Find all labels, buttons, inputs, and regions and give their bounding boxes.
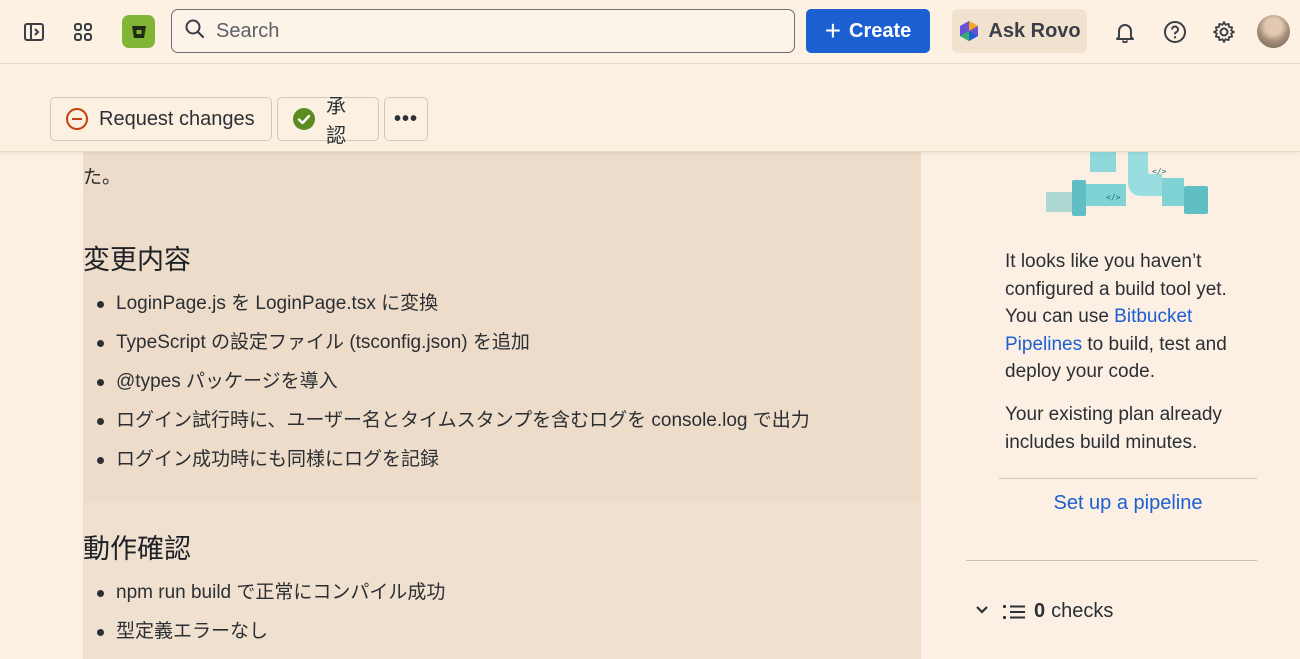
description-trailing-text: た。 — [83, 167, 122, 188]
top-navigation: + Create Ask Rovo — [0, 0, 1300, 64]
list-item: LoginPage.js を LoginPage.tsx に変換 — [83, 291, 810, 330]
create-button-label: Create — [849, 19, 912, 42]
list-item: @types パッケージを導入 — [83, 369, 810, 408]
more-actions-button[interactable]: ••• — [384, 97, 428, 141]
request-changes-label: Request changes — [99, 107, 255, 130]
help-icon[interactable] — [1157, 14, 1193, 50]
pipeline-illustration: </> </> — [1042, 152, 1212, 218]
notifications-bell-icon[interactable] — [1107, 14, 1143, 50]
search-input-container[interactable] — [171, 9, 795, 53]
divider — [966, 560, 1257, 561]
request-changes-button[interactable]: Request changes — [50, 97, 272, 141]
set-up-pipeline-link[interactable]: Set up a pipeline — [999, 492, 1257, 515]
verification-list: npm run build で正常にコンパイル成功 型定義エラーなし — [83, 580, 445, 658]
search-input[interactable] — [216, 19, 776, 43]
approve-button[interactable]: 承認 — [277, 96, 379, 147]
bitbucket-logo-icon[interactable] — [122, 15, 155, 48]
rovo-icon — [960, 21, 979, 41]
pipelines-message: It looks like you haven’t configured a b… — [1005, 248, 1255, 386]
checklist-icon — [1002, 602, 1026, 622]
pull-request-action-bar: Request changes 承認 ••• — [0, 64, 1300, 152]
ask-rovo-button[interactable]: Ask Rovo — [952, 9, 1087, 53]
app-switcher-icon[interactable] — [65, 14, 101, 50]
svg-text:</>: </> — [1152, 167, 1167, 176]
chevron-down-icon — [974, 600, 990, 623]
create-button[interactable]: + Create — [806, 9, 930, 53]
list-item: ログイン試行時に、ユーザー名とタイムスタンプを含むログを console.log… — [83, 408, 810, 447]
list-item: 型定義エラーなし — [83, 619, 445, 658]
build-minutes-message: Your existing plan already includes buil… — [1005, 404, 1222, 453]
search-icon — [184, 18, 206, 45]
divider — [999, 478, 1257, 479]
check-circle-icon — [292, 107, 316, 131]
pull-request-description: た。 変更内容 LoginPage.js を LoginPage.tsx に変換… — [83, 152, 921, 659]
avatar[interactable] — [1257, 15, 1290, 48]
checks-toggle[interactable]: 0 checks — [974, 600, 1113, 623]
settings-gear-icon[interactable] — [1206, 14, 1242, 50]
list-item: npm run build で正常にコンパイル成功 — [83, 580, 445, 619]
list-item: TypeScript の設定ファイル (tsconfig.json) を追加 — [83, 330, 810, 369]
svg-text:</>: </> — [1106, 193, 1121, 202]
changes-list: LoginPage.js を LoginPage.tsx に変換 TypeScr… — [83, 291, 810, 486]
checks-count: 0 — [1034, 600, 1046, 622]
plus-icon: + — [824, 15, 842, 46]
minus-circle-icon — [65, 107, 89, 131]
section-heading-changes: 変更内容 — [83, 245, 191, 275]
pipelines-panel: </> </> It looks like you haven’t config… — [966, 152, 1266, 659]
checks-label: checks — [1051, 600, 1114, 622]
section-heading-verification: 動作確認 — [83, 534, 191, 564]
sidebar-toggle-icon[interactable] — [16, 14, 52, 50]
list-item: ログイン成功時にも同様にログを記録 — [83, 447, 810, 486]
ask-rovo-label: Ask Rovo — [988, 19, 1081, 42]
more-icon: ••• — [393, 107, 418, 130]
approve-label: 承認 — [326, 96, 346, 147]
